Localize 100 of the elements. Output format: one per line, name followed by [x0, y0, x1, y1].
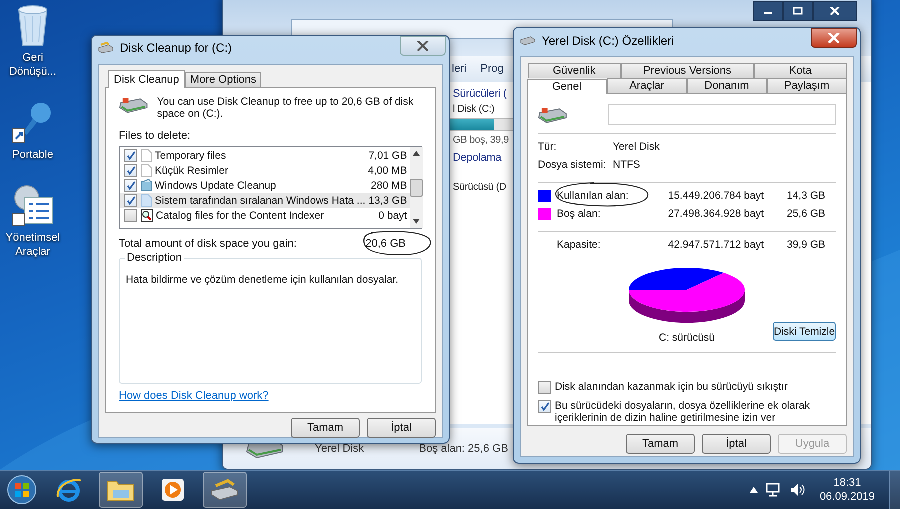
property-label: Tür:: [538, 141, 558, 153]
files-label: Files to delete:: [119, 130, 192, 142]
scroll-down-icon: [413, 219, 420, 224]
scroll-up-icon: [413, 151, 420, 156]
drive-name: Yerel Disk: [315, 442, 364, 454]
clock-date[interactable]: 06.09.2019: [820, 490, 875, 504]
toolbar-menu-item[interactable]: leri: [452, 63, 467, 75]
recycle-bin-icon[interactable]: [16, 4, 50, 48]
clock-time[interactable]: 18:31: [834, 476, 862, 490]
file-name: Küçük Resimler: [155, 164, 230, 176]
tab[interactable]: Donanım: [687, 78, 767, 93]
capacity-bytes: 42.947.571.712 bayt: [667, 239, 764, 251]
total-value: 20,6 GB: [366, 238, 406, 250]
checkbox-label[interactable]: Bu sürücüdeki dosyaların, dosya özelliklerine ek olarak içeriklerinin de dizin haline getirilmesine izin ver: [555, 400, 836, 424]
show-hidden-icons-arrow[interactable]: [750, 487, 758, 493]
capacity-size: 39,9 GB: [787, 239, 826, 251]
maximize-button[interactable]: [783, 1, 813, 21]
magnifier-icon: [141, 209, 153, 222]
usage-size: 25,6 GB: [787, 208, 826, 220]
file-name: Temporary files: [155, 150, 228, 162]
file-name: Catalog files for the Content Indexer: [156, 210, 326, 222]
close-button[interactable]: [811, 28, 857, 48]
checkbox[interactable]: [124, 194, 137, 207]
drive-name[interactable]: Sürücüsü (D: [453, 182, 506, 193]
checkbox[interactable]: [124, 149, 137, 162]
checkbox[interactable]: [538, 381, 551, 394]
checkbox-label[interactable]: Disk alanından kazanmak için bu sürücüyü sıkıştır: [555, 381, 836, 393]
dialog-button[interactable]: Tamam: [291, 418, 360, 438]
dialog-button[interactable]: Tamam: [626, 434, 695, 454]
free-space-text: Boş alan: 25,6 GB: [419, 442, 508, 454]
disk-cleanup-button[interactable]: Diski Temizle: [773, 322, 836, 341]
close-button[interactable]: [400, 36, 446, 56]
tab[interactable]: Disk Cleanup: [108, 70, 186, 88]
checkbox[interactable]: [538, 400, 551, 413]
dialog-button[interactable]: İptal: [702, 434, 771, 454]
tab[interactable]: Kota: [754, 63, 847, 78]
scrollbar[interactable]: [410, 147, 424, 228]
close-icon: [417, 41, 429, 51]
checkbox[interactable]: [124, 179, 137, 192]
desktop-icon-label[interactable]: Geri Dönüşü...: [0, 51, 66, 79]
play-icon: [161, 478, 185, 502]
minimize-button[interactable]: [753, 1, 783, 21]
usage-bytes: 15.449.206.784 bayt: [667, 190, 764, 202]
free-space-text: GB boş, 39,9: [453, 135, 509, 146]
drive-name[interactable]: l Disk (C:): [453, 104, 495, 115]
file-size: 4,00 MB: [368, 164, 408, 176]
property-label: Dosya sistemi:: [538, 159, 608, 171]
help-link[interactable]: How does Disk Cleanup work?: [119, 390, 269, 402]
drive-name-field[interactable]: [608, 104, 836, 125]
usage-label: Boş alan:: [557, 208, 602, 220]
desktop-icon-label[interactable]: Portable: [12, 148, 54, 162]
dialog-button[interactable]: İptal: [367, 418, 436, 438]
tools-checklist-icon[interactable]: [11, 184, 55, 228]
scrollbar-thumb[interactable]: [410, 178, 424, 196]
total-label: Total amount of disk space you gain:: [119, 238, 297, 250]
close-button[interactable]: [813, 1, 857, 21]
update-icon: [141, 179, 152, 192]
close-icon: [830, 7, 840, 15]
checkbox[interactable]: [124, 209, 137, 222]
intro-text: You can use Disk Cleanup to free up to 20,6 GB of disk space on (C:).: [157, 96, 415, 120]
file-row[interactable]: Küçük Resimler 4,00 MB: [120, 163, 410, 178]
checkbox[interactable]: [124, 164, 137, 177]
property-value: NTFS: [613, 159, 640, 171]
tab[interactable]: Previous Versions: [620, 63, 754, 78]
section-heading: Sürücüleri (: [453, 88, 507, 100]
file-name: Windows Update Cleanup: [155, 180, 278, 192]
window-title: Yerel Disk (C:) Özellikleri: [542, 34, 674, 48]
volume-icon[interactable]: [790, 483, 806, 497]
capacity-label: Kapasite:: [557, 239, 602, 251]
file-size: 280 MB: [371, 180, 408, 192]
drive-label: C: sürücüsü: [658, 332, 716, 344]
file-row[interactable]: Sistem tarafından sıralanan Windows Hata ... 13,3 GB: [120, 193, 410, 208]
tab[interactable]: Paylaşım: [767, 78, 847, 93]
start-button[interactable]: [5, 473, 39, 507]
hard-drive-icon: [538, 106, 568, 124]
file-size: 13,3 GB: [368, 194, 408, 206]
usage-size: 14,3 GB: [787, 190, 826, 202]
description-text: Hata bildirme ve çözüm denetleme için kullanılan dosyalar.: [126, 274, 399, 286]
usage-label: Kullanılan alan:: [557, 190, 630, 202]
file-row[interactable]: Catalog files for the Content Indexer 0 bayt: [120, 208, 410, 223]
close-icon: [828, 33, 840, 43]
network-icon[interactable]: [766, 483, 782, 497]
blank-file-icon: [141, 149, 152, 162]
window-title: Disk Cleanup for (C:): [120, 41, 232, 55]
tab[interactable]: Araçlar: [607, 78, 687, 93]
file-row[interactable]: Temporary files 7,01 GB: [120, 148, 410, 163]
browser-e-icon: [56, 477, 82, 503]
maximize-icon: [793, 7, 803, 15]
group-label: Description: [125, 252, 184, 264]
show-desktop-button[interactable]: [889, 471, 900, 509]
file-size: 7,01 GB: [368, 150, 408, 162]
toolbar-menu-item[interactable]: Prog: [480, 63, 504, 75]
disk-cleanup-icon: [98, 42, 114, 54]
tab[interactable]: Genel: [527, 79, 607, 94]
tab[interactable]: More Options: [185, 72, 262, 87]
hard-drive-icon: [520, 36, 536, 46]
disk-cleanup-icon: [210, 479, 240, 501]
file-row[interactable]: Windows Update Cleanup 280 MB: [120, 178, 410, 193]
tab[interactable]: Güvenlik: [528, 63, 621, 78]
desktop-icon-label[interactable]: Yönetimsel Araçlar: [0, 231, 66, 259]
